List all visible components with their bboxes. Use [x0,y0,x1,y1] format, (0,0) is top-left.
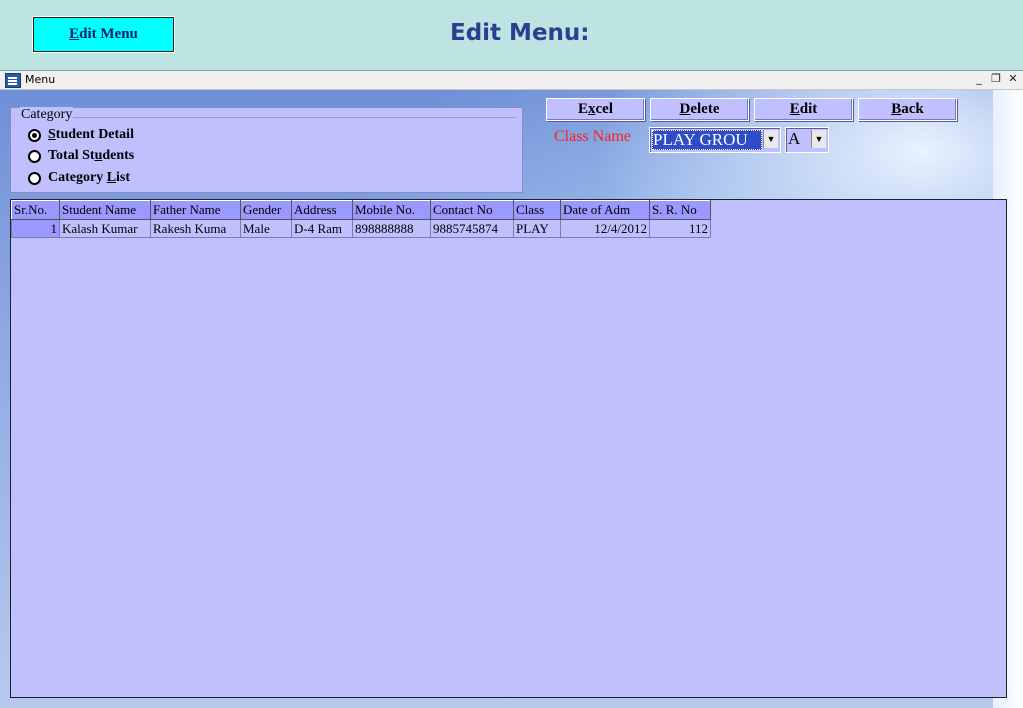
table-cell[interactable]: Male [240,219,292,238]
radio-label-post: tudent Detail [55,127,134,142]
button-label-accel: x [588,101,596,117]
minimize-icon[interactable]: _ [971,72,987,85]
excel-button[interactable]: Ex cel [546,98,645,121]
chevron-down-icon[interactable]: ▼ [811,130,826,148]
cell-text: D-4 Ram [294,220,343,236]
button-label-post: cel [595,101,613,117]
radio-category-list[interactable]: Category List [28,170,130,186]
button-label-accel: E [789,101,800,117]
radio-label-post: dents [102,148,135,163]
class-name-label: Class Name [554,128,631,145]
header-bar: Edit Menu Edit Menu: [0,0,1023,71]
button-label-post: dit [799,101,818,117]
column-header[interactable]: Sr.No. [11,200,60,220]
table-cell[interactable]: 112 [649,219,711,238]
column-header[interactable]: Mobile No. [352,200,431,220]
radio-label-pre: Total St [48,148,95,163]
window-app-icon [5,73,21,88]
button-label-pre: E [578,101,589,117]
restore-icon[interactable]: ❐ [988,72,1004,85]
radio-label-post: ist [116,170,131,185]
table-cell[interactable]: PLAY [513,219,561,238]
edit-button[interactable]: Edit [754,98,853,121]
edit-menu-accel: E [69,26,80,42]
column-header[interactable]: Father Name [150,200,241,220]
category-group: Category Student Detail Total Students C… [10,107,523,193]
radio-total-students[interactable]: Total Students [28,148,134,164]
chevron-down-icon[interactable]: ▼ [763,130,778,148]
table-row[interactable]: 1 Kalash Kumar Rakesh Kuma Male D-4 Ram … [11,219,711,238]
cell-text: 898888888 [355,220,414,236]
cell-text: Rakesh Kuma [153,220,227,236]
column-header[interactable]: Address [291,200,353,220]
radio-student-detail[interactable]: Student Detail [28,127,134,143]
radio-checked-icon [28,128,41,142]
column-header[interactable]: S. R. No [649,200,711,220]
section-select[interactable]: A ▼ [785,127,829,153]
column-header[interactable]: Student Name [59,200,151,220]
column-header[interactable]: Date of Adm [560,200,650,220]
column-header[interactable]: Class [513,200,561,220]
section-value: A [788,130,801,148]
table-cell[interactable]: Rakesh Kuma [150,219,241,238]
table-cell[interactable]: Kalash Kumar [59,219,151,238]
back-button[interactable]: Back [858,98,957,121]
radio-label-pre: Category [48,170,107,185]
table-cell[interactable]: 12/4/2012 [560,219,650,238]
cell-text: Kalash Kumar [62,220,138,236]
table-header-row: Sr.No. Student Name Father Name Gender A… [11,200,711,220]
class-name-select[interactable]: PLAY GROU ▼ [649,127,781,153]
edit-menu-label: dit Menu [79,26,138,42]
button-label-post: ack [901,101,924,117]
students-table: Sr.No. Student Name Father Name Gender A… [11,200,711,238]
table-cell[interactable]: 898888888 [352,219,431,238]
group-border-line [71,117,516,118]
class-name-value: PLAY GROU [652,130,762,150]
form-area: Category Student Detail Total Students C… [0,90,1023,708]
child-window-titlebar: Menu _ ❐ ✕ [0,71,1023,90]
close-icon[interactable]: ✕ [1005,72,1021,85]
button-label-accel: B [891,101,902,117]
radio-unchecked-icon [28,171,41,185]
window-title: Menu [25,73,56,86]
delete-button[interactable]: Delete [650,98,749,121]
table-cell[interactable]: 1 [11,219,60,238]
students-grid[interactable]: Sr.No. Student Name Father Name Gender A… [10,199,1007,698]
radio-label-accel: S [48,127,56,142]
category-legend: Category [20,107,74,123]
cell-text: 9885745874 [433,220,498,236]
button-label-accel: D [679,101,691,117]
radio-unchecked-icon [28,149,41,163]
edit-menu-button[interactable]: Edit Menu [33,17,174,52]
page-title: Edit Menu: [450,20,590,46]
column-header[interactable]: Gender [240,200,292,220]
button-label-post: elete [690,101,720,117]
table-cell[interactable]: 9885745874 [430,219,514,238]
column-header[interactable]: Contact No [430,200,514,220]
table-cell[interactable]: D-4 Ram [291,219,353,238]
radio-label-accel: L [106,170,117,185]
